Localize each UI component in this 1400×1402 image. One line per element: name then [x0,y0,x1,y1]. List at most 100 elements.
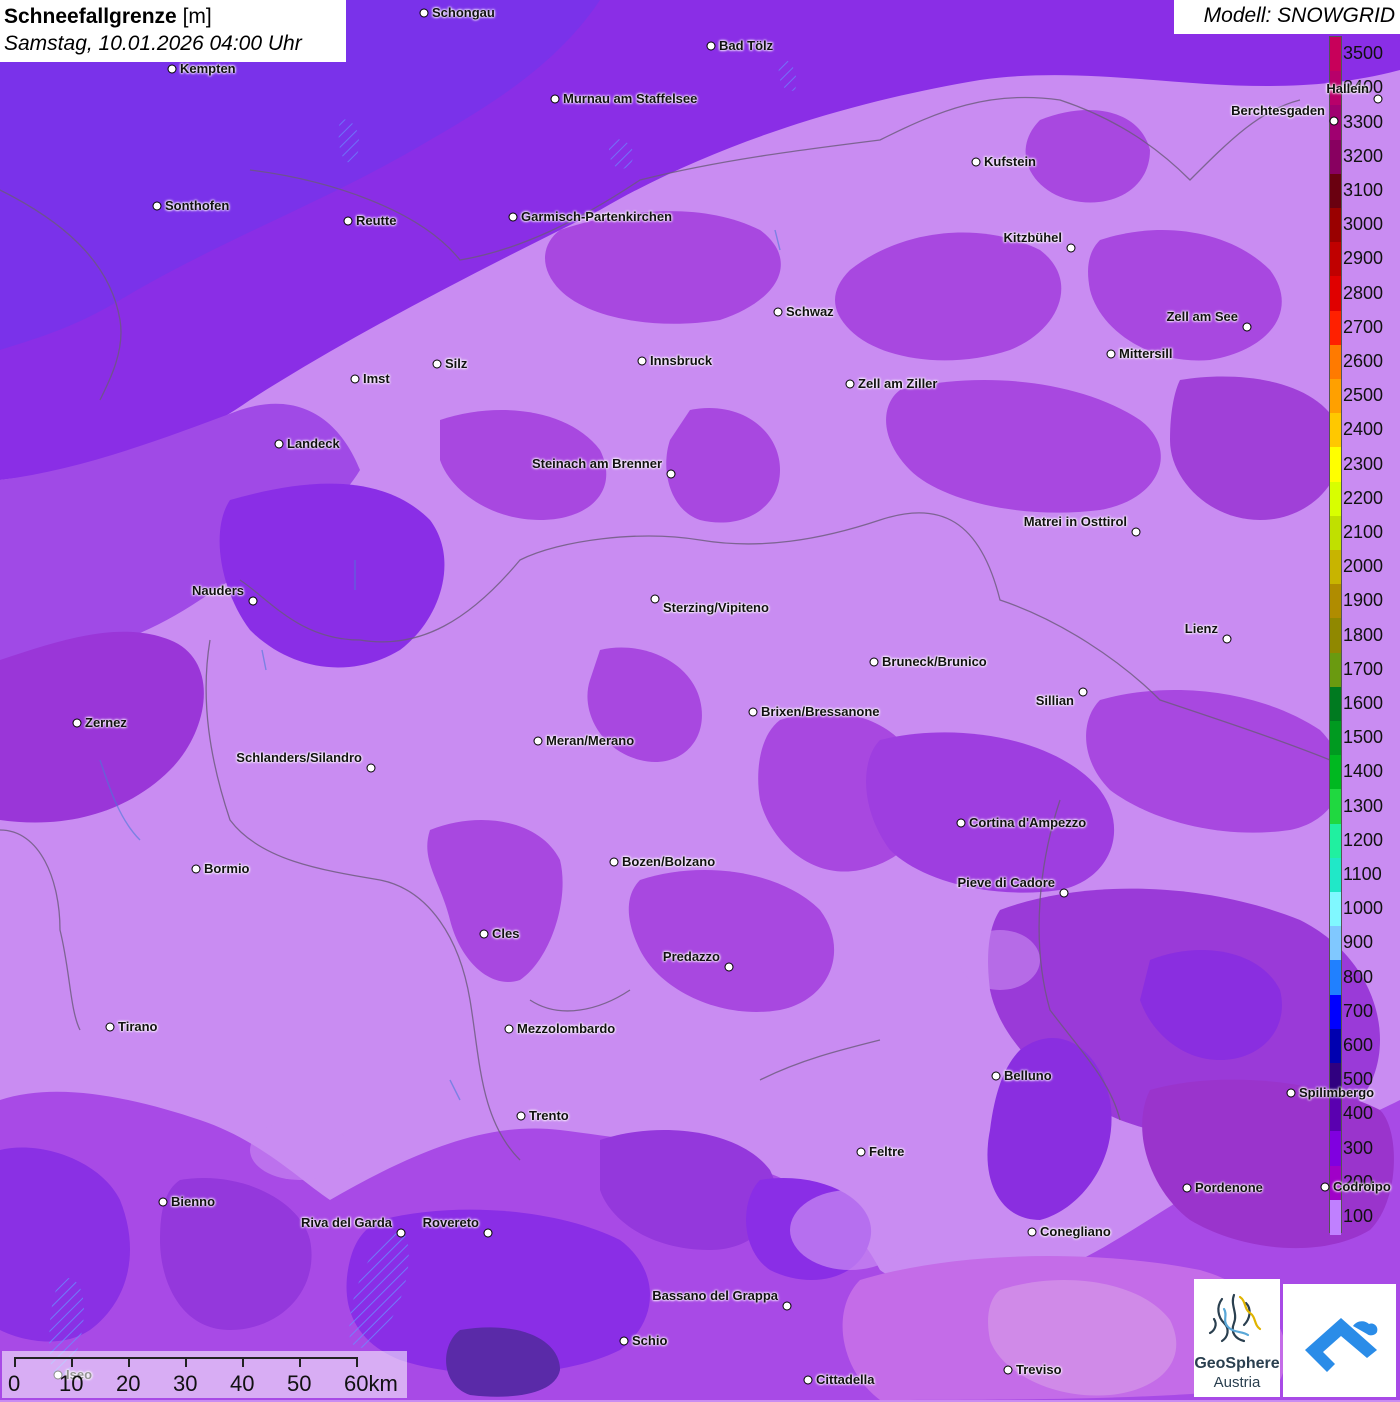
city-label-innsbruck: Innsbruck [650,353,713,368]
legend-label-2700: 2700 [1343,316,1384,337]
city-marker-icon [748,707,758,717]
scale-bar-tick [71,1357,73,1367]
city-marker-icon [550,94,560,104]
app-logo[interactable] [1283,1284,1396,1397]
model-label: Modell: SNOWGRID [1174,0,1400,34]
legend-swatch-800 [1330,960,1341,996]
legend-swatch-2100 [1330,515,1341,551]
legend-label-3200: 3200 [1343,145,1384,166]
city-label-bad-t-lz: Bad Tölz [719,38,774,53]
legend-swatch-3200 [1330,139,1341,175]
city-marker-icon [158,1197,168,1207]
scale-bar-tick [128,1357,130,1367]
city-marker-icon [419,8,429,18]
city-label-sonthofen: Sonthofen [165,198,230,213]
scale-bar-tick [14,1357,16,1367]
geosphere-logo-line1: GeoSphere [1194,1355,1280,1372]
scale-bar-label: 0 [8,1371,21,1396]
legend-label-2100: 2100 [1343,521,1384,542]
city-label-tirano: Tirano [118,1019,158,1034]
city-label-murnau-am-staffelsee: Murnau am Staffelsee [563,91,698,106]
legend-swatch-3100 [1330,173,1341,209]
city-label-belluno: Belluno [1004,1068,1052,1083]
legend-label-1900: 1900 [1343,590,1384,611]
legend-label-1500: 1500 [1343,727,1384,748]
legend-swatch-700 [1330,994,1341,1030]
legend-label-3500: 3500 [1343,43,1384,64]
city-marker-icon [803,1375,813,1385]
city-label-feltre: Feltre [869,1144,905,1159]
city-marker-icon [782,1301,792,1311]
city-label-trento: Trento [529,1108,569,1123]
city-marker-icon [1066,243,1076,253]
legend-label-900: 900 [1343,932,1374,953]
city-marker-icon [248,596,258,606]
legend-label-1800: 1800 [1343,624,1384,645]
legend-swatch-600 [1330,1028,1341,1064]
legend-label-1600: 1600 [1343,692,1384,713]
city-marker-icon [1286,1088,1296,1098]
scale-bar-label: 40 [230,1371,255,1396]
legend-label-2500: 2500 [1343,385,1384,406]
city-label-zernez: Zernez [85,715,127,730]
city-label-lienz: Lienz [1184,621,1218,636]
geosphere-logo[interactable]: GeoSphere Austria [1194,1279,1280,1397]
city-label-silz: Silz [445,356,468,371]
map-title-unit: [m] [182,5,212,28]
city-marker-icon [1182,1183,1192,1193]
legend-swatch-2500 [1330,379,1341,414]
city-marker-icon [1003,1365,1013,1375]
map-title: Schneefallgrenze [m] [4,3,342,30]
map-datetime: Samstag, 10.01.2026 04:00 Uhr [4,32,302,55]
city-marker-icon [533,736,543,746]
legend-swatch-1700 [1330,652,1341,688]
legend-label-2900: 2900 [1343,248,1384,269]
scale-bar-tick [185,1357,187,1367]
city-label-mezzolombardo: Mezzolombardo [517,1021,616,1036]
legend-swatch-2800 [1330,276,1341,312]
scale-bar-label: 60km [344,1371,398,1396]
city-label-matrei-in-osttirol: Matrei in Osttirol [1023,514,1127,529]
city-marker-icon [856,1147,866,1157]
city-label-schlanders-silandro: Schlanders/Silandro [236,750,362,765]
legend-swatch-100 [1330,1199,1341,1235]
city-label-landeck: Landeck [287,436,340,451]
legend-label-800: 800 [1343,966,1374,987]
city-marker-icon [1222,634,1232,644]
city-marker-icon [773,307,783,317]
city-marker-icon [1059,888,1069,898]
legend-label-2600: 2600 [1343,350,1384,371]
city-marker-icon [479,929,489,939]
legend-swatch-1500 [1330,721,1341,756]
city-marker-icon [666,469,676,479]
legend-label-700: 700 [1343,1000,1374,1021]
legend-label-1000: 1000 [1343,898,1384,919]
city-label-zell-am-see: Zell am See [1166,309,1238,324]
city-label-bormio: Bormio [204,861,250,876]
city-marker-icon [343,216,353,226]
city-label-pieve-di-cadore: Pieve di Cadore [957,875,1055,890]
legend-label-3100: 3100 [1343,179,1384,200]
legend-swatch-2600 [1330,344,1341,380]
legend-swatch-1200 [1330,823,1341,859]
city-label-cles: Cles [492,926,520,941]
city-label-imst: Imst [363,371,390,386]
legend-label-3300: 3300 [1343,111,1384,132]
legend-swatch-2200 [1330,481,1341,517]
color-legend-bar [1329,36,1342,1235]
city-label-bienno: Bienno [171,1194,216,1209]
mountain-app-icon [1305,1318,1378,1372]
legend-label-600: 600 [1343,1034,1374,1055]
city-label-cortina-d-ampezzo: Cortina d'Ampezzo [969,815,1087,830]
city-label-sterzing-vipiteno: Sterzing/Vipiteno [663,600,769,615]
city-marker-icon [72,718,82,728]
city-marker-icon [483,1228,493,1238]
city-marker-icon [105,1022,115,1032]
legend-label-2300: 2300 [1343,453,1384,474]
legend-swatch-3500 [1330,37,1341,72]
city-marker-icon [956,818,966,828]
legend-swatch-2700 [1330,310,1341,346]
city-marker-icon [706,41,716,51]
city-marker-icon [991,1071,1001,1081]
geosphere-logo-line2: Austria [1213,1374,1261,1391]
